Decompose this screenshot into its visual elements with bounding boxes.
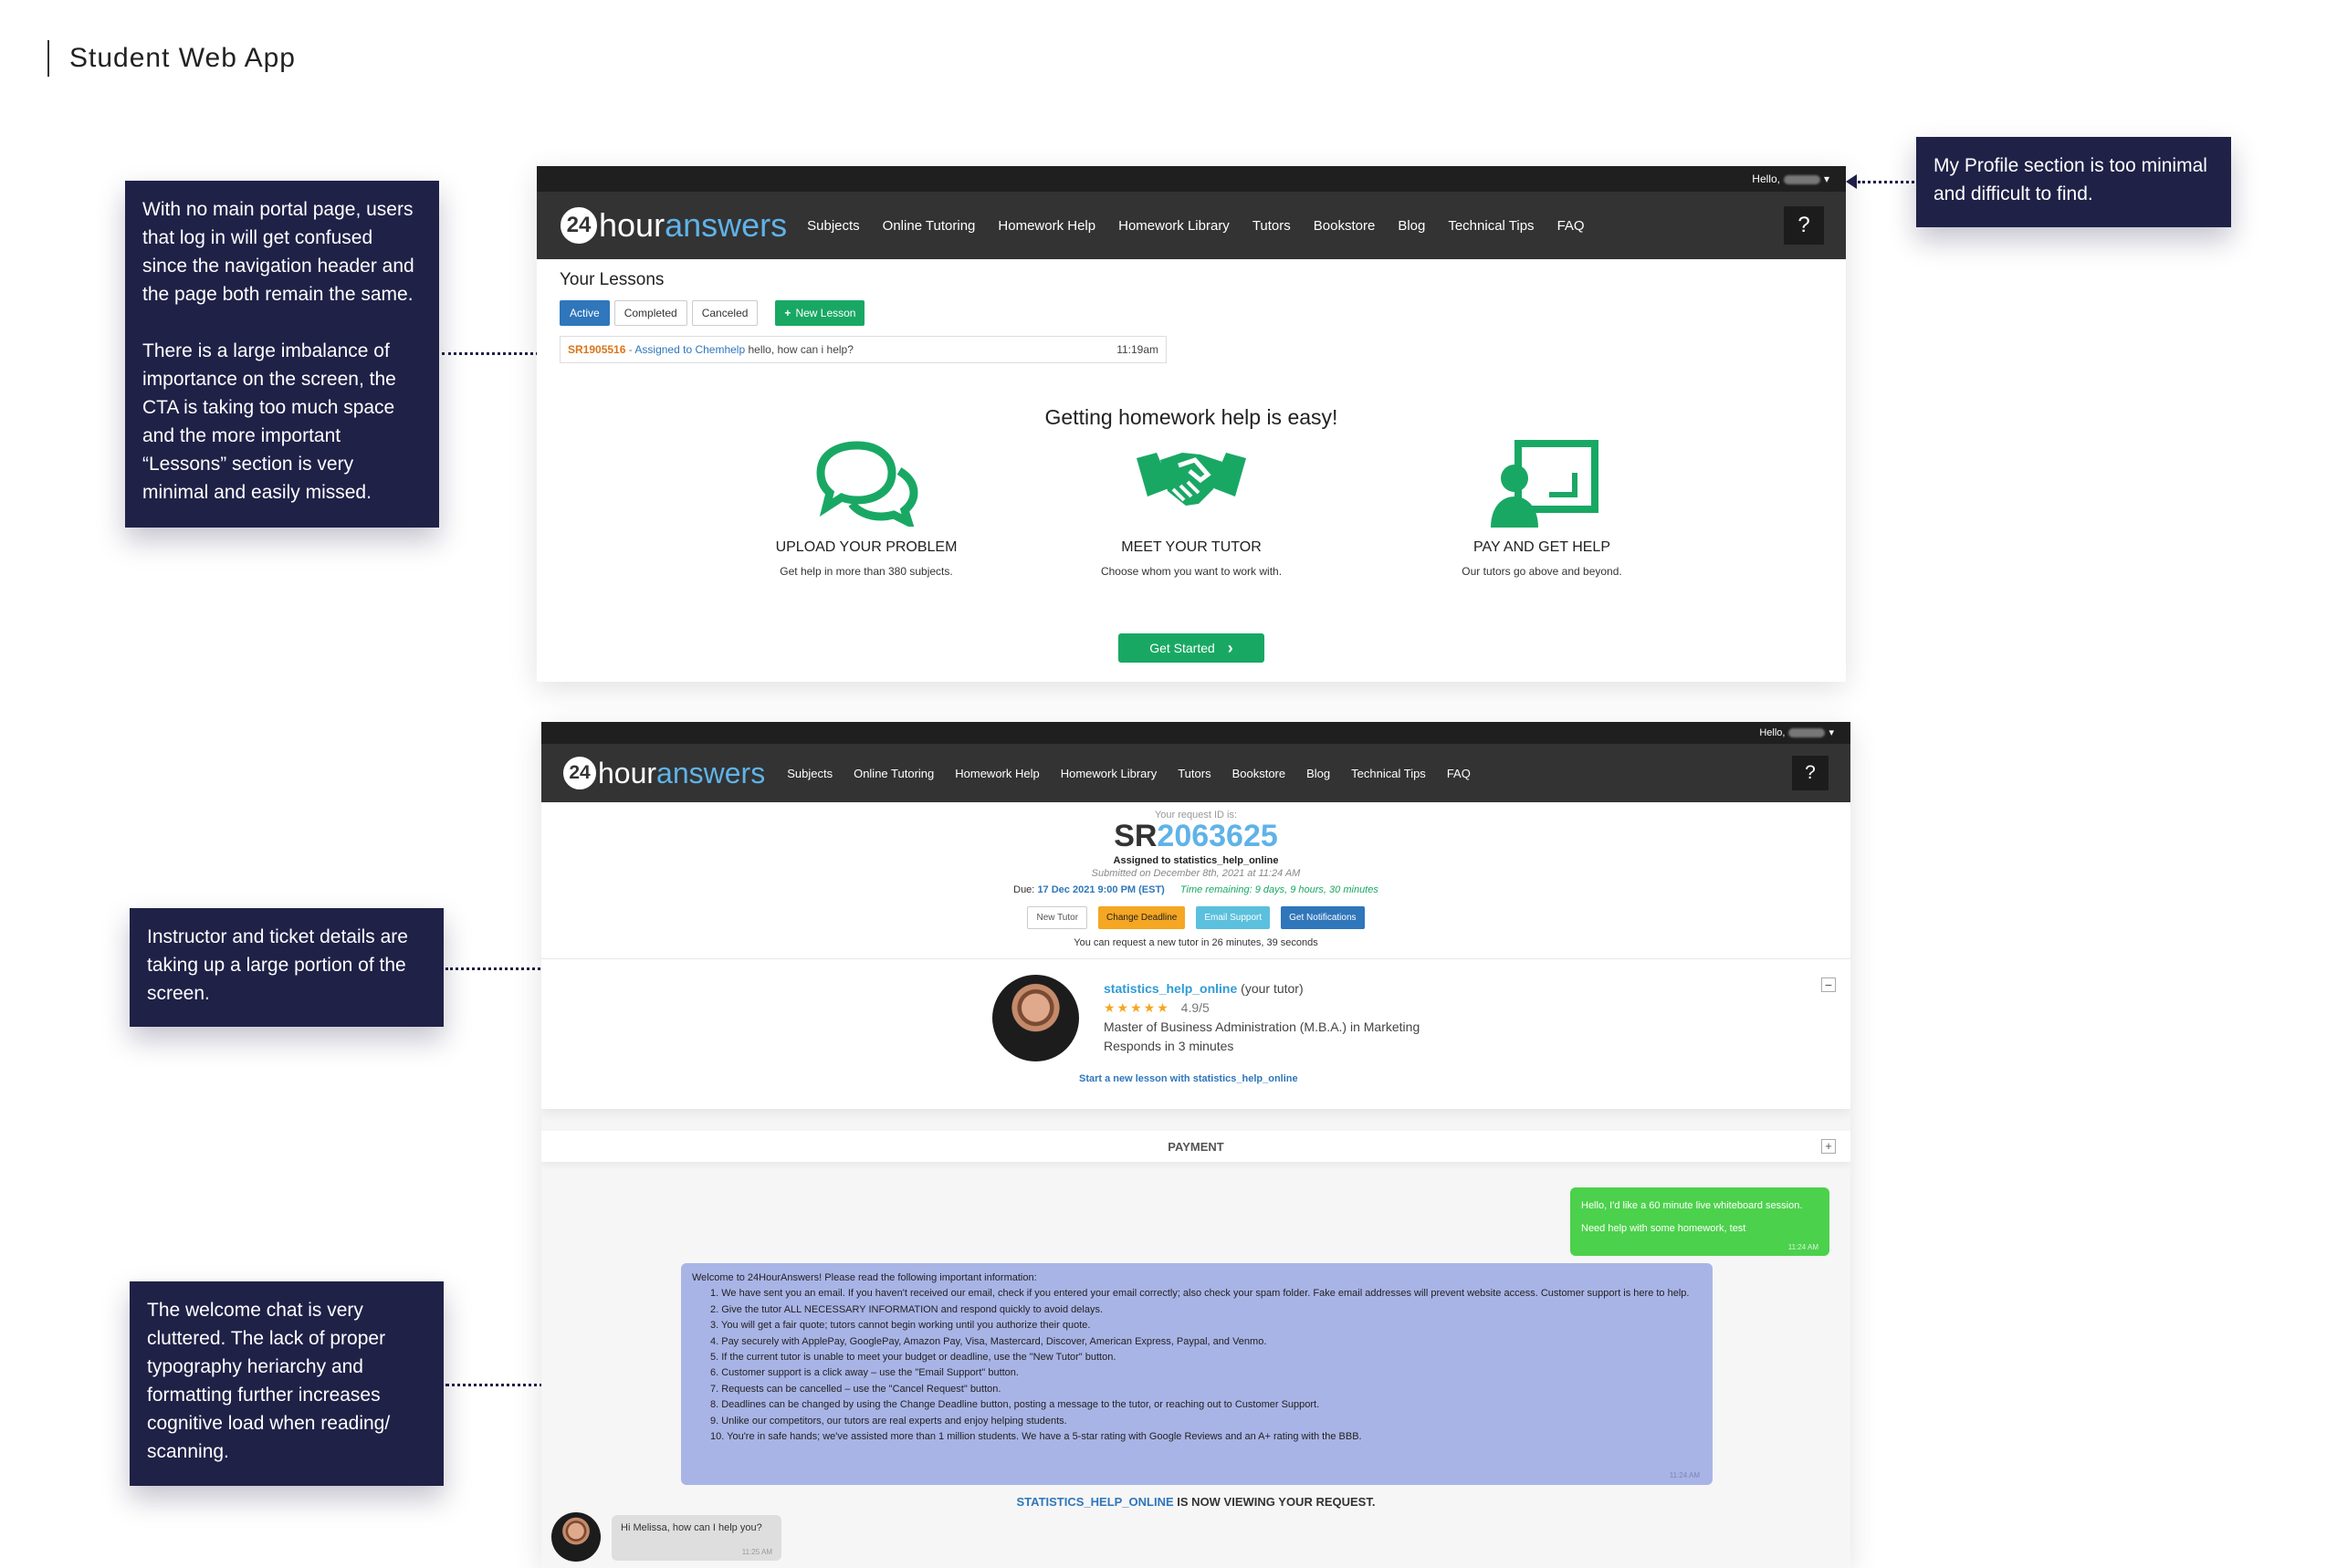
nav-items: Subjects Online Tutoring Homework Help H… <box>807 218 1584 234</box>
username-blur <box>1788 728 1826 738</box>
get-notifications-button[interactable]: Get Notifications <box>1281 906 1365 929</box>
get-started-button[interactable]: Get Started › <box>1118 633 1264 663</box>
nav-blog[interactable]: Blog <box>1306 767 1330 780</box>
handshake-icon <box>1137 453 1246 506</box>
payment-label: PAYMENT <box>1168 1140 1224 1154</box>
screenshot-lessons-page: Hello, ▾ 24 hour answers Subjects Online T… <box>537 166 1846 682</box>
collapse-button[interactable]: − <box>1821 977 1836 992</box>
avatar <box>992 975 1079 1061</box>
step-title: UPLOAD YOUR PROBLEM <box>775 539 958 555</box>
nav-online-tutoring[interactable]: Online Tutoring <box>883 218 976 234</box>
tab-active[interactable]: Active <box>560 300 610 326</box>
logo-24-icon: 24 <box>561 755 598 791</box>
arrow-left-icon <box>1846 174 1857 189</box>
nav-tutors[interactable]: Tutors <box>1252 218 1291 234</box>
annotation-connector <box>1858 181 1914 183</box>
new-lesson-button[interactable]: + New Lesson <box>775 300 865 326</box>
chat-user-bubble: Hello, I'd like a 60 minute live whitebo… <box>1570 1187 1829 1256</box>
nav-tutors[interactable]: Tutors <box>1178 767 1210 780</box>
annotation-note-profile: My Profile section is too minimal and di… <box>1916 137 2231 227</box>
chevron-down-icon: ▾ <box>1823 172 1829 185</box>
nav-subjects[interactable]: Subjects <box>807 218 860 234</box>
request-id: SR2063625 <box>1114 819 1278 853</box>
tab-completed[interactable]: Completed <box>613 300 687 326</box>
nav-bookstore[interactable]: Bookstore <box>1314 218 1376 234</box>
plus-icon: + <box>784 307 791 319</box>
main-nav: 24 hour answers Subjects Online Tutoring … <box>537 192 1846 259</box>
annotation-note-chat: The welcome chat is very cluttered. The … <box>130 1281 444 1486</box>
nav-blog[interactable]: Blog <box>1398 218 1425 234</box>
step-meet-tutor: MEET YOUR TUTOR Choose whom you want to … <box>1044 440 1338 578</box>
nav-subjects[interactable]: Subjects <box>787 767 833 780</box>
main-nav: 24 hour answers Subjects Online Tutoring … <box>541 744 1850 802</box>
request-details-panel: Your request ID is: SR2063625 Assigned t… <box>541 802 1850 1109</box>
expand-button[interactable]: + <box>1821 1139 1836 1154</box>
tutor-info: statistics_help_online (your tutor) ★★★★… <box>1104 981 1420 1053</box>
change-deadline-button[interactable]: Change Deadline <box>1098 906 1186 929</box>
screenshot-request-page: Hello, ▾ 24 hour answers Subjects Online T… <box>541 722 1850 1568</box>
logo-24-icon: 24 <box>559 205 599 246</box>
chevron-right-icon: › <box>1227 638 1233 657</box>
payment-section[interactable]: PAYMENT + <box>541 1131 1850 1162</box>
request-actions: New Tutor Change Deadline Email Support … <box>541 906 1850 929</box>
step-subtitle: Our tutors go above and beyond. <box>1462 565 1622 578</box>
annotation-note-details: Instructor and ticket details are taking… <box>130 908 444 1027</box>
hello-menu[interactable]: Hello, ▾ <box>1759 727 1834 738</box>
star-rating-icon: ★★★★★ <box>1104 1000 1170 1015</box>
page-title: Student Web App <box>47 40 296 77</box>
due-line: Due: 17 Dec 2021 9:00 PM (EST) Time rema… <box>1013 884 1378 895</box>
chevron-down-icon: ▾ <box>1829 727 1834 738</box>
lessons-title: Your Lessons <box>560 270 665 289</box>
submitted-on: Submitted on December 8th, 2021 at 11:24… <box>1091 868 1301 879</box>
chat-tutor-bubble: Hi Melissa, how can I help you? 11:25 AM <box>612 1515 781 1561</box>
hello-menu[interactable]: Hello, ▾ <box>1752 172 1829 185</box>
email-support-button[interactable]: Email Support <box>1196 906 1271 929</box>
tutor-whiteboard-icon <box>1491 440 1598 528</box>
step-subtitle: Choose whom you want to work with. <box>1100 565 1283 578</box>
top-user-bar: Hello, ▾ <box>537 166 1846 192</box>
logo[interactable]: 24 hour answers <box>561 755 765 791</box>
step-title: PAY AND GET HELP <box>1473 539 1610 555</box>
assigned-to: Assigned to statistics_help_online <box>1113 855 1279 866</box>
divider <box>541 958 1850 959</box>
nav-homework-library[interactable]: Homework Library <box>1061 767 1157 780</box>
new-tutor-note: You can request a new tutor in 26 minute… <box>1074 937 1318 948</box>
nav-items: Subjects Online Tutoring Homework Help H… <box>787 767 1471 780</box>
new-tutor-button[interactable]: New Tutor <box>1027 906 1088 929</box>
logo[interactable]: 24 hour answers <box>559 205 787 246</box>
tab-canceled[interactable]: Canceled <box>691 300 759 326</box>
steps-heading: Getting homework help is easy! <box>1044 405 1338 429</box>
nav-online-tutoring[interactable]: Online Tutoring <box>854 767 934 780</box>
tutor-name-link[interactable]: statistics_help_online <box>1104 981 1237 996</box>
top-user-bar: Hello, ▾ <box>541 722 1850 744</box>
username-blur <box>1783 174 1820 184</box>
step-upload: UPLOAD YOUR PROBLEM Get help in more tha… <box>719 440 1013 578</box>
step-pay: PAY AND GET HELP Our tutors go above and… <box>1395 440 1689 578</box>
help-button[interactable]: ? <box>1784 206 1824 245</box>
nav-technical-tips[interactable]: Technical Tips <box>1351 767 1426 780</box>
chat-welcome-bubble: Welcome to 24HourAnswers! Please read th… <box>681 1263 1713 1485</box>
chat-bubbles-icon <box>816 441 918 527</box>
nav-homework-library[interactable]: Homework Library <box>1118 218 1230 234</box>
nav-homework-help[interactable]: Homework Help <box>998 218 1095 234</box>
nav-faq[interactable]: FAQ <box>1447 767 1471 780</box>
nav-faq[interactable]: FAQ <box>1557 218 1585 234</box>
lesson-tabs: Active Completed Canceled + New Lesson <box>560 300 865 326</box>
annotation-note-portal: With no main portal page, users that log… <box>125 181 439 528</box>
step-title: MEET YOUR TUTOR <box>1121 539 1262 555</box>
avatar <box>551 1512 601 1562</box>
viewing-notice: STATISTICS_HELP_ONLINE IS NOW VIEWING YO… <box>1016 1495 1376 1509</box>
step-subtitle: Get help in more than 380 subjects. <box>780 565 953 578</box>
lesson-row[interactable]: SR1905516 - Assigned to Chemhelp hello, … <box>560 336 1167 363</box>
nav-bookstore[interactable]: Bookstore <box>1232 767 1286 780</box>
nav-homework-help[interactable]: Homework Help <box>955 767 1039 780</box>
start-new-lesson-link[interactable]: Start a new lesson with statistics_help_… <box>1079 1073 1298 1084</box>
help-button[interactable]: ? <box>1792 756 1829 790</box>
nav-technical-tips[interactable]: Technical Tips <box>1448 218 1534 234</box>
annotation-connector <box>442 352 539 355</box>
